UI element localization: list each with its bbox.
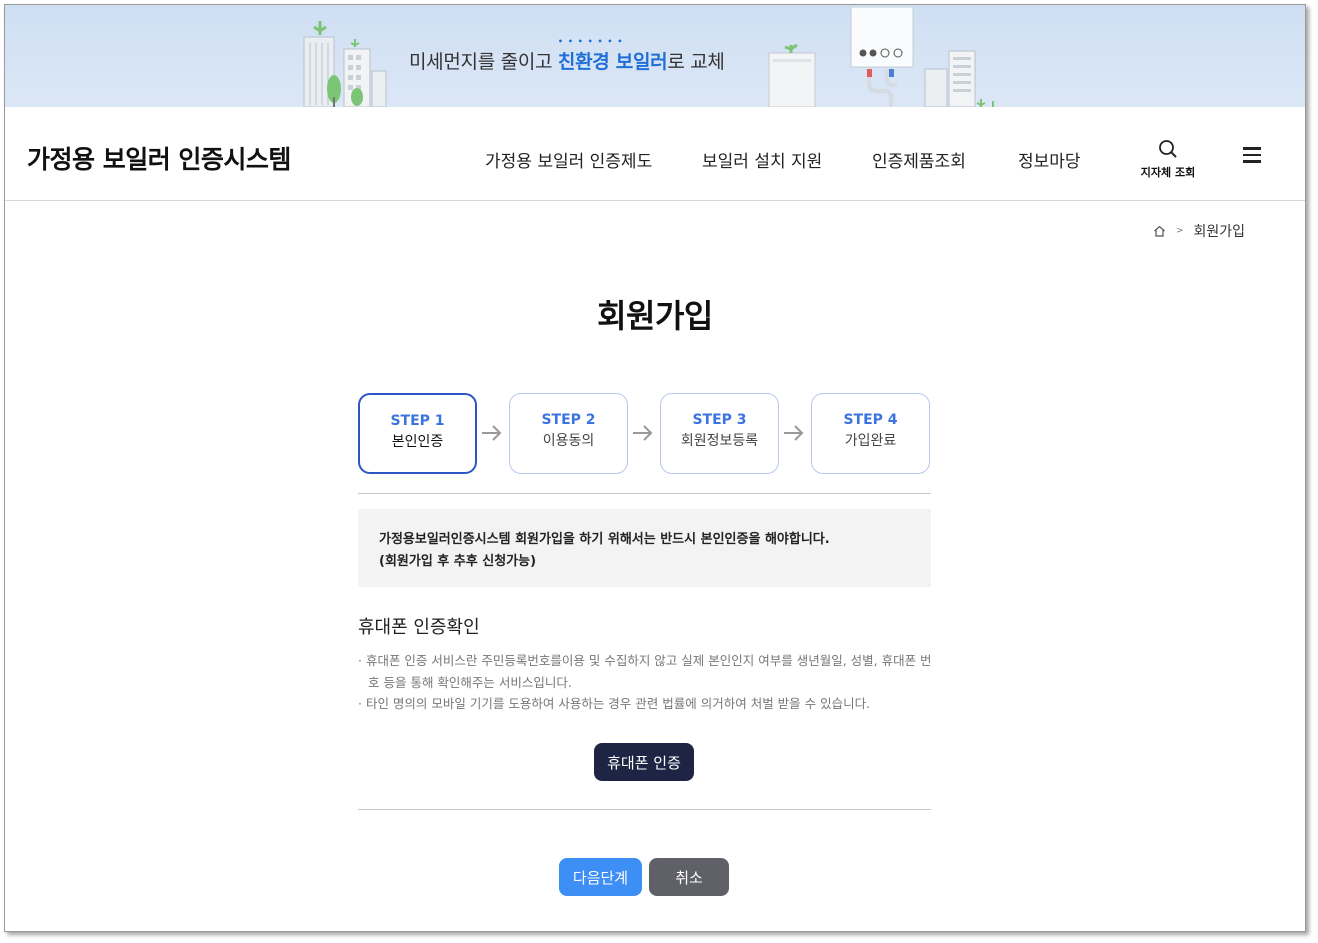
divider: [358, 809, 931, 810]
divider: [358, 493, 931, 494]
nav-item-install-support[interactable]: 보일러 설치 지원: [702, 147, 822, 172]
step-number: STEP 1: [390, 413, 445, 429]
chevron-right-icon: >: [1176, 226, 1184, 236]
arrow-right-icon: [784, 425, 804, 441]
phone-verify-button[interactable]: 휴대폰 인증: [594, 743, 694, 781]
cancel-button[interactable]: 취소: [649, 858, 729, 896]
list-item: · 타인 명의의 모바일 기기를 도용하여 사용하는 경우 관련 법률에 의거하…: [358, 696, 871, 711]
section-title: 휴대폰 인증확인: [358, 617, 480, 638]
info-list: · 휴대폰 인증 서비스란 주민등록번호를이용 및 수집하지 않고 실제 본인인…: [356, 650, 936, 715]
step-4: STEP 4 가입완료: [811, 393, 930, 474]
nav-item-certification[interactable]: 가정용 보일러 인증제도: [485, 147, 652, 172]
site-title[interactable]: 가정용 보일러 인증시스템: [27, 140, 291, 176]
step-label: 이용동의: [542, 433, 595, 449]
step-number: STEP 2: [541, 412, 596, 428]
search-label: 지자체 조회: [1140, 166, 1196, 179]
next-step-button[interactable]: 다음단계: [559, 858, 642, 896]
page-title: 회원가입: [597, 297, 713, 335]
step-1: STEP 1 본인인증: [358, 393, 477, 474]
nav-item-product-search[interactable]: 인증제품조회: [872, 147, 966, 172]
breadcrumb-current: 회원가입: [1193, 224, 1246, 240]
list-item: · 휴대폰 인증 서비스란 주민등록번호를이용 및 수집하지 않고 실제 본인인…: [358, 653, 932, 690]
boiler-illustration: [768, 7, 994, 107]
step-number: STEP 4: [843, 412, 898, 428]
step-2: STEP 2 이용동의: [509, 393, 628, 474]
banner-headline: 미세먼지를 줄이고 친환경 보일러로 교체: [409, 47, 725, 74]
step-number: STEP 3: [692, 412, 747, 428]
step-3: STEP 3 회원정보등록: [660, 393, 779, 474]
arrow-right-icon: [482, 425, 502, 441]
notice-line-1: 가정용보일러인증시스템 회원가입을 하기 위해서는 반드시 본인인증을 해야합니…: [379, 532, 830, 547]
step-label: 본인인증: [391, 434, 444, 450]
step-label: 회원정보등록: [680, 433, 759, 449]
building-illustration-left: [303, 21, 387, 107]
notice-line-2: (회원가입 후 추후 신청가능): [379, 554, 537, 569]
banner-text-highlight: 친환경 보일러: [558, 51, 668, 73]
home-icon[interactable]: [1153, 225, 1166, 237]
step-label: 가입완료: [844, 433, 897, 449]
nav-item-info[interactable]: 정보마당: [1018, 147, 1081, 172]
notice-box: 가정용보일러인증시스템 회원가입을 하기 위해서는 반드시 본인인증을 해야합니…: [358, 509, 931, 587]
arrow-right-icon: [633, 425, 653, 441]
breadcrumb: > 회원가입: [1153, 221, 1245, 241]
banner-text-after: 로 교체: [667, 51, 725, 73]
search-icon: [1159, 140, 1177, 158]
promo-banner[interactable]: 미세먼지를 줄이고 친환경 보일러로 교체: [5, 5, 1305, 107]
local-gov-search-button[interactable]: 지자체 조회: [1135, 139, 1201, 180]
banner-text-before: 미세먼지를 줄이고: [409, 51, 558, 73]
browser-page: 미세먼지를 줄이고 친환경 보일러로 교체 가정용 보일러 인증시스템 가정용 …: [4, 4, 1306, 932]
site-header: 가정용 보일러 인증시스템 가정용 보일러 인증제도 보일러 설치 지원 인증제…: [5, 107, 1305, 201]
hamburger-menu-icon[interactable]: [1243, 147, 1263, 163]
